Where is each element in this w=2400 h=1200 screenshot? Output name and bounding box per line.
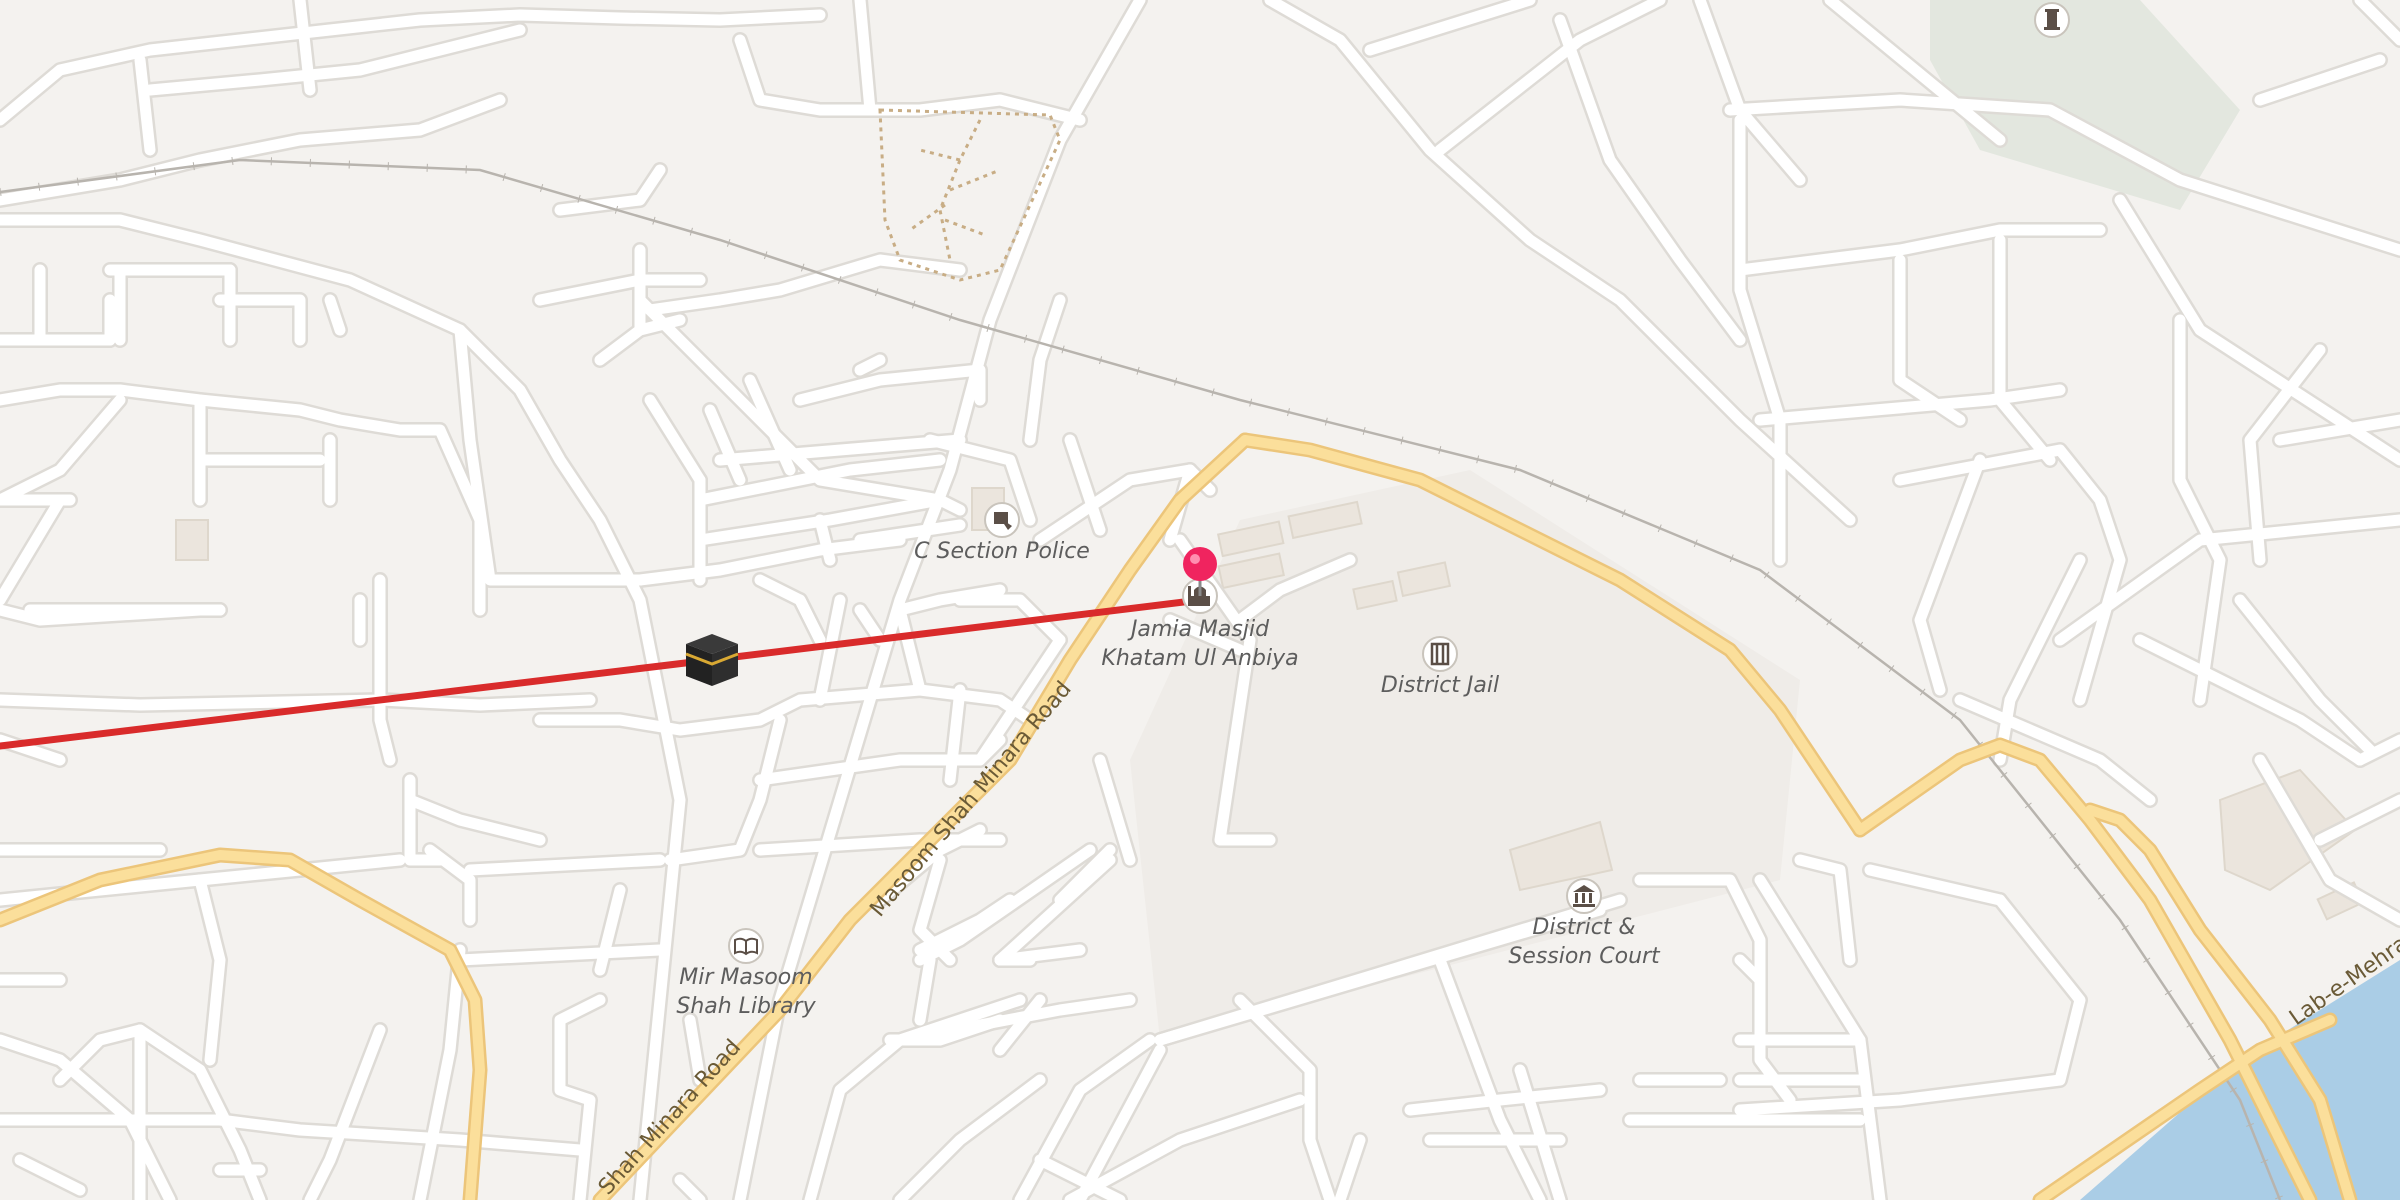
mosque-label-line1: Jamia Masjid <box>1127 617 1270 642</box>
library-label-line2: Shah Library <box>676 994 816 1019</box>
monument-icon[interactable] <box>2034 2 2070 38</box>
library-icon[interactable] <box>728 928 764 964</box>
jail-label: District Jail <box>1381 673 1499 698</box>
court-label-line2: Session Court <box>1508 944 1661 969</box>
police-label: C Section Police <box>914 539 1090 564</box>
map-canvas[interactable]: Masoom Shah Minara Road Shah Minara Road… <box>0 0 2400 1200</box>
mosque-label-line2: Khatam Ul Anbiya <box>1101 646 1298 671</box>
library-label-line1: Mir Masoom <box>679 965 812 990</box>
court-label-line1: District & <box>1532 915 1635 940</box>
jail-icon[interactable] <box>1422 636 1458 672</box>
police-icon[interactable] <box>984 502 1020 538</box>
kaaba-icon[interactable] <box>685 634 739 686</box>
courthouse-icon[interactable] <box>1566 878 1602 914</box>
